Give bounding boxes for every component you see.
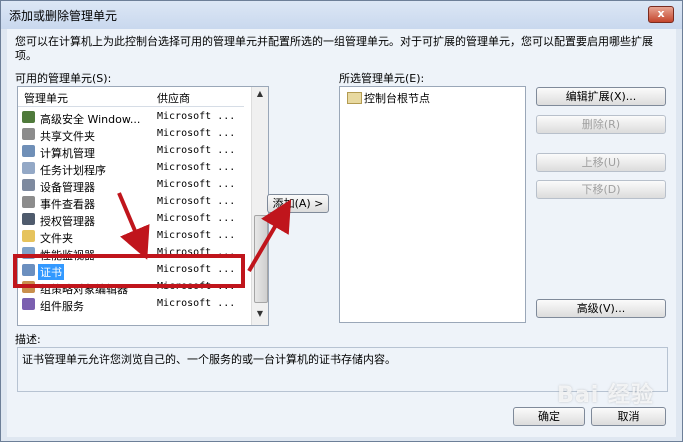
available-snapins-list[interactable]: 管理单元 供应商 高级安全 Window... Microsoft ... 共享文件… (17, 86, 269, 326)
snapin-icon (22, 264, 35, 276)
cancel-button[interactable]: 取消 (591, 407, 666, 426)
snapin-rows: 高级安全 Window... Microsoft ... 共享文件夹 Microsof… (18, 109, 244, 313)
snapin-name: 授权管理器 (40, 215, 95, 228)
scroll-up-arrow-icon[interactable]: ▲ (254, 89, 266, 103)
snapin-name: 性能监视器 (40, 249, 95, 262)
snapin-vendor: Microsoft ... (157, 264, 236, 275)
scroll-down-arrow-icon[interactable]: ▼ (254, 309, 266, 323)
available-snapins-label: 可用的管理单元(S): (15, 72, 112, 85)
snapin-row[interactable]: 任务计划程序 Microsoft ... (18, 160, 244, 177)
dialog-body: 您可以在计算机上为此控制台选择可用的管理单元并配置所选的一组管理单元。对于可扩展… (7, 29, 676, 437)
snapin-vendor: Microsoft ... (157, 196, 236, 207)
snapin-row[interactable]: 计算机管理 Microsoft ... (18, 143, 244, 160)
list-scrollbar[interactable]: ▲ ▼ (251, 87, 268, 325)
snapin-name: 文件夹 (40, 232, 73, 245)
folder-icon (347, 92, 362, 104)
snapin-row[interactable]: 设备管理器 Microsoft ... (18, 177, 244, 194)
snapin-icon (22, 247, 35, 259)
description-text: 证书管理单元允许您浏览自己的、一个服务的或一台计算机的证书存储内容。 (22, 353, 396, 366)
close-button[interactable]: x (648, 6, 674, 23)
scroll-thumb[interactable] (254, 215, 268, 303)
snapin-row[interactable]: 文件夹 Microsoft ... (18, 228, 244, 245)
snapin-vendor: Microsoft ... (157, 281, 236, 292)
move-up-button[interactable]: 上移(U) (536, 153, 666, 172)
snapin-row[interactable]: 组件服务 Microsoft ... (18, 296, 244, 313)
snapin-row[interactable]: 高级安全 Window... Microsoft ... (18, 109, 244, 126)
add-button[interactable]: 添加(A) > (267, 194, 329, 213)
snapin-name: 任务计划程序 (40, 164, 106, 177)
snapin-name: 共享文件夹 (40, 130, 95, 143)
snapin-vendor: Microsoft ... (157, 111, 236, 122)
snapin-icon (22, 281, 35, 293)
column-header-snapin[interactable]: 管理单元 (24, 90, 68, 106)
console-root-node[interactable]: 控制台根节点 (364, 90, 430, 106)
snapin-vendor: Microsoft ... (157, 247, 236, 258)
snapin-name: 高级安全 Window... (40, 113, 141, 126)
snapin-name: 组策略对象编辑器 (40, 283, 128, 296)
snapin-name: 证书 (38, 264, 64, 280)
snapin-icon (22, 179, 35, 191)
snapin-icon (22, 145, 35, 157)
snapin-icon (22, 162, 35, 174)
intro-text: 您可以在计算机上为此控制台选择可用的管理单元并配置所选的一组管理单元。对于可扩展… (15, 35, 653, 62)
snapin-icon (22, 128, 35, 140)
snapin-icon (22, 298, 35, 310)
snapin-row[interactable]: 性能监视器 Microsoft ... (18, 245, 244, 262)
list-header: 管理单元 供应商 (18, 87, 244, 107)
snapin-row[interactable]: 事件查看器 Microsoft ... (18, 194, 244, 211)
snapin-row[interactable]: 共享文件夹 Microsoft ... (18, 126, 244, 143)
watermark: Bai 经验 (557, 383, 654, 408)
snapin-vendor: Microsoft ... (157, 179, 236, 190)
snapin-icon (22, 196, 35, 208)
snapin-name: 计算机管理 (40, 147, 95, 160)
snapin-row[interactable]: 授权管理器 Microsoft ... (18, 211, 244, 228)
dialog-title: 添加或删除管理单元 (9, 9, 118, 23)
snapin-icon (22, 213, 35, 225)
snapin-icon (22, 111, 35, 123)
selected-snapins-label: 所选管理单元(E): (339, 72, 425, 85)
remove-button[interactable]: 删除(R) (536, 115, 666, 134)
snapin-row[interactable]: 组策略对象编辑器 Microsoft ... (18, 279, 244, 296)
snapin-vendor: Microsoft ... (157, 145, 236, 156)
ok-button[interactable]: 确定 (513, 407, 585, 426)
advanced-button[interactable]: 高级(V)... (536, 299, 666, 318)
snapin-vendor: Microsoft ... (157, 128, 236, 139)
snapin-vendor: Microsoft ... (157, 213, 236, 224)
snapin-vendor: Microsoft ... (157, 230, 236, 241)
add-remove-snapins-dialog: 添加或删除管理单元 x 您可以在计算机上为此控制台选择可用的管理单元并配置所选的… (0, 0, 683, 442)
snapin-name: 事件查看器 (40, 198, 95, 211)
snapin-name: 设备管理器 (40, 181, 95, 194)
snapin-icon (22, 230, 35, 242)
column-header-vendor[interactable]: 供应商 (157, 90, 190, 106)
snapin-row[interactable]: 证书 Microsoft ... (18, 262, 244, 280)
snapin-vendor: Microsoft ... (157, 162, 236, 173)
description-label: 描述: (15, 333, 41, 346)
edit-extensions-button[interactable]: 编辑扩展(X)... (536, 87, 666, 106)
selected-snapins-list[interactable]: 控制台根节点 (339, 86, 526, 323)
snapin-vendor: Microsoft ... (157, 298, 236, 309)
title-bar: 添加或删除管理单元 x (1, 1, 682, 29)
move-down-button[interactable]: 下移(D) (536, 180, 666, 199)
snapin-name: 组件服务 (40, 300, 84, 313)
